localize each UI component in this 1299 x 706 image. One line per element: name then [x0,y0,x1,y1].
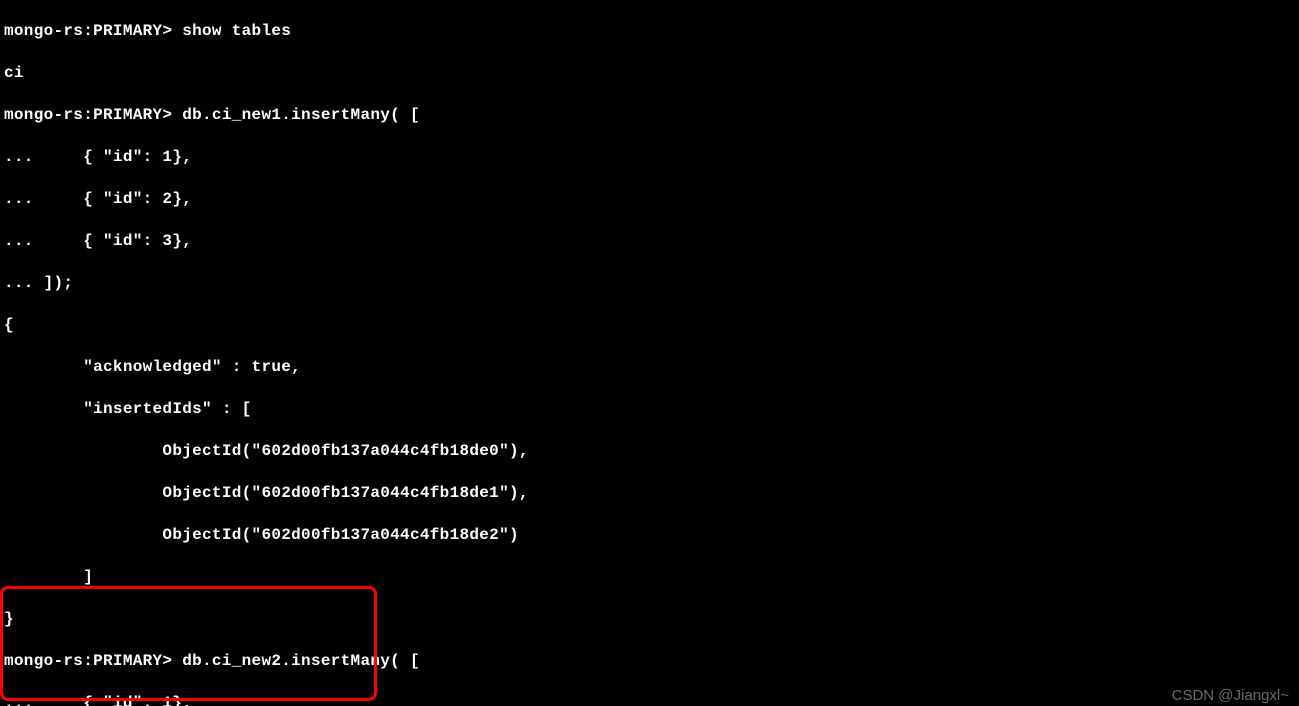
terminal-line: } [4,609,1295,630]
terminal-line: ] [4,567,1295,588]
terminal-line: ci [4,63,1295,84]
terminal-line: ... { "id": 2}, [4,189,1295,210]
terminal-line: ObjectId("602d00fb137a044c4fb18de0"), [4,441,1295,462]
terminal-line: mongo-rs:PRIMARY> db.ci_new2.insertMany(… [4,651,1295,672]
terminal-line: "insertedIds" : [ [4,399,1295,420]
terminal-line: mongo-rs:PRIMARY> show tables [4,21,1295,42]
watermark-text: CSDN @Jiangxl~ [1172,687,1289,704]
terminal-line: { [4,315,1295,336]
terminal-line: ... ]); [4,273,1295,294]
terminal-line: ObjectId("602d00fb137a044c4fb18de1"), [4,483,1295,504]
terminal-line: ... { "id": 3}, [4,231,1295,252]
terminal-line: ... { "id": 1}, [4,147,1295,168]
terminal-output[interactable]: mongo-rs:PRIMARY> show tables ci mongo-r… [0,0,1299,706]
terminal-line: ... { "id": 1}, [4,693,1295,706]
terminal-line: "acknowledged" : true, [4,357,1295,378]
terminal-line: ObjectId("602d00fb137a044c4fb18de2") [4,525,1295,546]
terminal-line: mongo-rs:PRIMARY> db.ci_new1.insertMany(… [4,105,1295,126]
